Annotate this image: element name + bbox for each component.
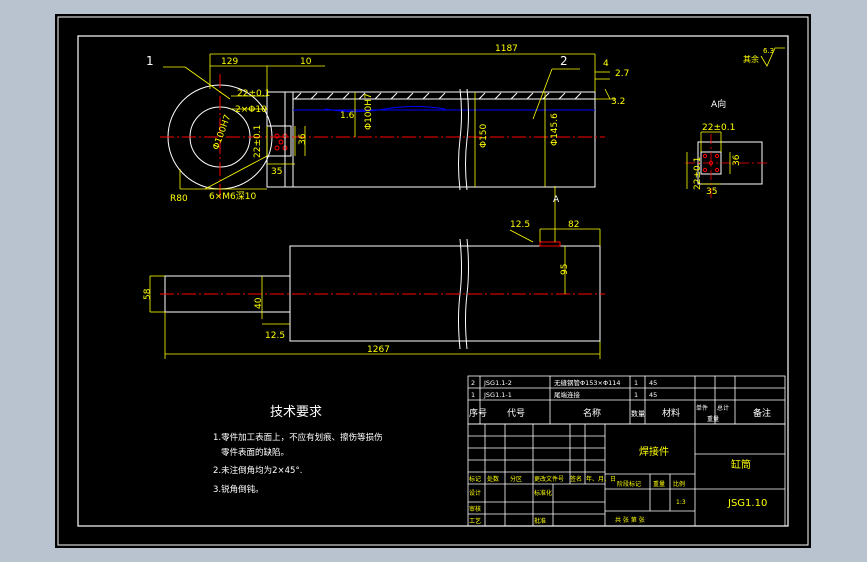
arrow-a-label: A [553,195,560,205]
svg-text:备注: 备注 [753,407,771,419]
svg-text:工艺: 工艺 [469,517,481,525]
svg-text:设计: 设计 [469,489,481,497]
tech-line-1: 1.零件加工表面上，不应有划痕、擦伤等损伤 [213,432,383,443]
dim-phi150: Φ150 [479,123,489,148]
svg-text:更改文件号: 更改文件号 [534,475,564,483]
tech-line-3: 3.锐角倒钝。 [213,484,264,495]
drawing-number: JSG1.10 [727,498,767,509]
dim-12-5-bottom: 12.5 [265,331,285,341]
dim-12-5-top: 12.5 [510,220,530,230]
dim-129: 129 [221,57,238,67]
outer-frame [57,16,809,546]
svg-text:1: 1 [471,391,475,399]
tech-requirements: 技术要求 1.零件加工表面上，不应有划痕、擦伤等损伤 零件表面的缺陷。 2.未注… [213,405,383,495]
svg-text:JSG1.1-1: JSG1.1-1 [483,391,512,399]
dim-1267: 1267 [367,345,390,355]
svg-text:处数: 处数 [487,475,499,483]
svg-text:审核: 审核 [469,505,481,513]
dim-58: 58 [143,288,153,300]
dim-35-front: 35 [271,167,282,177]
technical-drawing: 1187 129 10 4 2.7 3.2 22±0.1 2×Φ10 Φ100H… [57,16,809,546]
dim-4: 4 [603,59,609,69]
svg-text:共 张 第 张: 共 张 第 张 [615,516,645,524]
svg-text:年、月、日: 年、月、日 [586,475,616,483]
svg-text:其余: 其余 [743,54,759,64]
svg-text:单件: 单件 [696,404,708,412]
svg-text:签名: 签名 [570,475,582,483]
svg-text:批准: 批准 [534,517,546,525]
svg-text:代号: 代号 [507,408,525,419]
dim-22-viewa-vert: 22±0.1 [693,157,703,190]
svg-text:无缝钢管Φ153×Φ114: 无缝钢管Φ153×Φ114 [554,378,621,387]
svg-text:6.3: 6.3 [763,47,774,55]
svg-text:比例: 比例 [673,480,685,488]
dim-1187: 1187 [495,44,518,54]
top-dimensions [149,186,601,359]
dim-35-viewa: 35 [706,187,717,197]
dim-phi145: Φ145.6 [550,113,560,146]
svg-text:尾端连接: 尾端连接 [554,390,581,399]
dim-phi-mid: Φ100H7 [364,93,374,130]
dim-82: 82 [568,220,579,230]
tech-title: 技术要求 [270,405,322,420]
dim-22-viewa: 22±0.1 [702,123,735,133]
dim-22-front: 22±0.1 [237,89,270,99]
svg-text:序号: 序号 [469,407,487,419]
svg-text:数量: 数量 [631,409,645,418]
svg-text:1: 1 [634,379,638,387]
dim-3-2: 3.2 [611,97,625,107]
roughness-symbol: 其余 6.3 [743,47,785,67]
svg-text:总计: 总计 [717,404,729,412]
tech-line-1b: 零件表面的缺陷。 [221,447,289,458]
dim-22-vert: 22±0.1 [253,125,263,158]
dim-36-front: 36 [298,133,308,145]
dim-36-viewa: 36 [732,154,742,166]
svg-text:重量: 重量 [653,480,665,488]
svg-text:材料: 材料 [662,407,680,419]
dim-2x10: 2×Φ10 [235,105,267,115]
cad-model-space[interactable]: 1187 129 10 4 2.7 3.2 22±0.1 2×Φ10 Φ100H… [55,14,811,548]
tech-line-2: 2.未注倒角均为2×45°. [213,465,302,476]
dim-1-6: 1.6 [340,111,355,121]
svg-text:标记: 标记 [469,475,481,483]
dim-10: 10 [300,57,312,67]
dim-40: 40 [254,297,264,309]
svg-text:JSG1.1-2: JSG1.1-2 [483,379,512,387]
dim-r80: R80 [170,194,188,204]
company-name: 缸筒 [731,458,751,471]
svg-text:阶段标记: 阶段标记 [617,480,641,488]
svg-text:重量: 重量 [707,415,719,423]
dim-2-7: 2.7 [615,69,629,79]
part-name: 焊接件 [639,445,669,458]
svg-text:分区: 分区 [510,475,522,483]
svg-text:名称: 名称 [583,407,601,419]
dim-95: 95 [560,264,570,275]
svg-text:标准化: 标准化 [534,489,552,497]
svg-text:2: 2 [471,379,475,387]
balloon-2: 2 [560,54,568,68]
svg-text:1:3: 1:3 [676,499,686,506]
dim-phi-left: Φ100H7 [211,113,233,151]
svg-text:1: 1 [634,391,638,399]
view-a-label: A向 [711,98,726,110]
title-block [467,423,786,527]
balloon-1: 1 [146,54,154,68]
dim-6xm6: 6×M6深10 [209,191,256,202]
svg-text:45: 45 [649,391,657,399]
svg-text:45: 45 [649,379,657,387]
